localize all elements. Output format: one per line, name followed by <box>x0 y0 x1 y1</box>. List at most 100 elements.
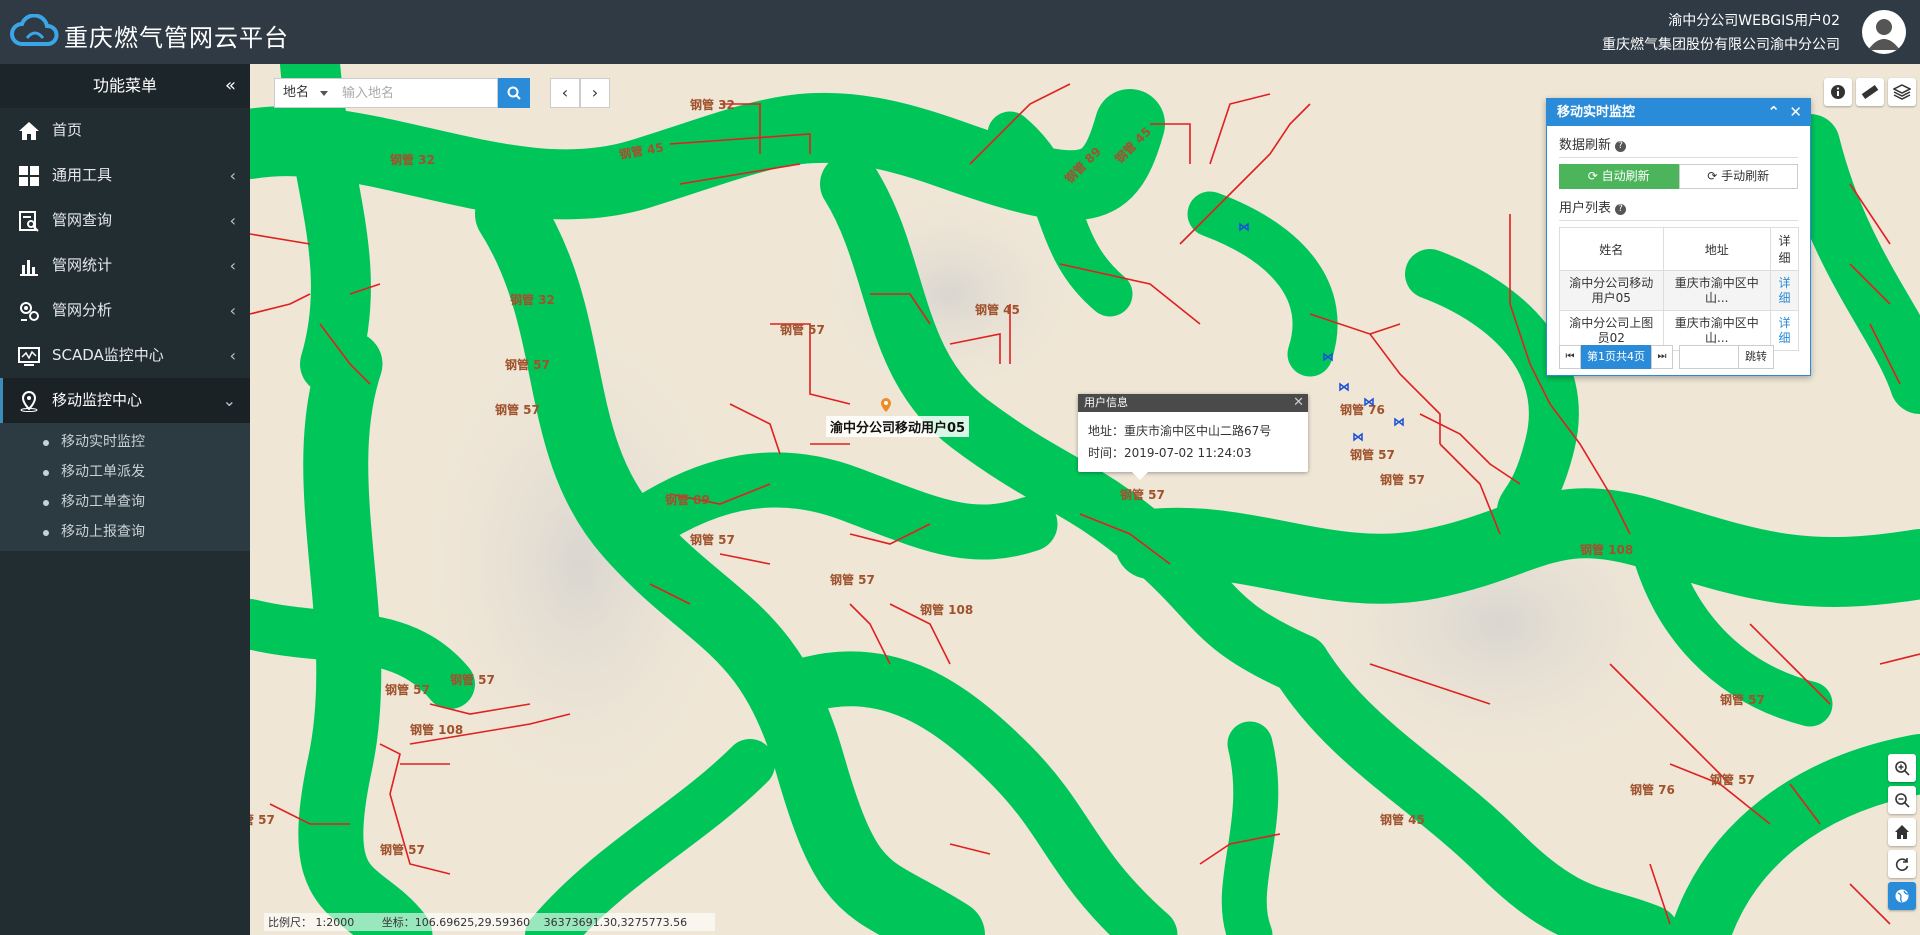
globe-button[interactable] <box>1888 882 1916 910</box>
layers-button[interactable] <box>1888 78 1916 106</box>
info-button[interactable] <box>1824 78 1852 106</box>
help-icon[interactable]: ? <box>1615 204 1627 215</box>
jump-button[interactable]: 跳转 <box>1739 345 1774 369</box>
last-page-button[interactable]: ⏭ <box>1651 345 1673 369</box>
manual-refresh-button[interactable]: ⟳ 手动刷新 <box>1678 164 1798 189</box>
sidebar-item-label: SCADA监控中心 <box>52 346 164 364</box>
sidebar-item-network-stats[interactable]: 管网统计 ‹ <box>0 243 250 288</box>
avatar[interactable] <box>1862 10 1906 54</box>
pipe-label: 钢管 57 <box>780 322 825 337</box>
zoom-out-button[interactable] <box>1888 786 1916 814</box>
table-row[interactable]: 渝中分公司移动用户05 重庆市渝中区中山... 详细 <box>1559 270 1799 311</box>
cell-address: 重庆市渝中区中山... <box>1662 270 1772 311</box>
detail-link[interactable]: 详细 <box>1770 270 1799 311</box>
top-header: 重庆燃气管网云平台 渝中分公司WEBGIS用户02 重庆燃气集团股份有限公司渝中… <box>0 0 1920 64</box>
pipe-label: 钢管 57 <box>1380 472 1425 487</box>
monitor-icon <box>18 347 40 366</box>
map-top-tools <box>1824 78 1916 106</box>
sidebar-header: 功能菜单 « <box>0 64 250 108</box>
sidebar-item-scada[interactable]: SCADA监控中心 ‹ <box>0 333 250 378</box>
pipe-label: 钢管 57 <box>1120 487 1165 502</box>
first-page-button[interactable]: ⏮ <box>1559 345 1581 369</box>
subitem-workorder-dispatch[interactable]: 移动工单派发 <box>0 457 250 487</box>
popup-pointer <box>1132 472 1148 480</box>
sidebar-item-network-query[interactable]: 管网查询 ‹ <box>0 198 250 243</box>
popup-time: 时间：2019-07-02 11:24:03 <box>1088 446 1252 460</box>
sidebar-item-label: 通用工具 <box>52 166 113 184</box>
home-icon <box>1895 825 1909 839</box>
popup-title: 用户信息 <box>1084 396 1128 409</box>
map-history-nav: ‹ › <box>550 78 610 108</box>
cell-name: 渝中分公司移动用户05 <box>1559 270 1664 311</box>
search-input[interactable] <box>334 78 498 108</box>
pipe-label: 钢管 108 <box>1580 542 1633 557</box>
chevron-left-icon: ‹ <box>229 211 236 230</box>
detail-link[interactable]: 详细 <box>1770 310 1799 351</box>
pipe-label: 钢管 57 <box>495 402 540 417</box>
chart-icon <box>20 260 38 276</box>
sidebar-item-network-analysis[interactable]: 管网分析 ‹ <box>0 288 250 333</box>
pipe-label: 钢管 45 <box>975 302 1020 317</box>
globe-icon <box>1895 889 1909 903</box>
pipe-label: 钢管 57 <box>505 357 550 372</box>
sidebar-item-tools[interactable]: 通用工具 ‹ <box>0 153 250 198</box>
pipe-label: 钢管 108 <box>920 602 973 617</box>
sidebar-item-mobile-monitor[interactable]: 移动监控中心 ⌄ <box>0 378 250 423</box>
refresh-icon <box>1895 858 1909 871</box>
map-status-bar: 比例尺： 1:2000 坐标：106.69625,29.59360 363736… <box>264 913 716 931</box>
query-icon <box>19 211 39 232</box>
pipe-label: 钢管 76 <box>1630 782 1675 797</box>
pipe-label: 钢管 57 <box>690 532 735 547</box>
pipe-label: 钢管 108 <box>410 722 463 737</box>
pipe-label: 钢管 45 <box>1380 812 1425 827</box>
pipe-label: 钢管 32 <box>390 152 435 167</box>
sidebar-item-home[interactable]: 首页 <box>0 108 250 153</box>
chevron-left-icon: ‹ <box>229 256 236 275</box>
page-number-input[interactable] <box>1679 345 1739 369</box>
zoom-in-button[interactable] <box>1888 754 1916 782</box>
map-search: 地名 <box>274 78 530 108</box>
user-list-label: 用户列表 <box>1559 201 1612 216</box>
home-extent-button[interactable] <box>1888 818 1916 846</box>
sidebar: 功能菜单 « 首页 通用工具 ‹ 管网查询 ‹ 管网统计 ‹ 管网分析 ‹ SC… <box>0 64 250 935</box>
popup-header: 用户信息 ✕ <box>1078 394 1308 412</box>
pipe-label: 钢管 57 <box>385 682 430 697</box>
help-icon[interactable]: ? <box>1615 141 1627 152</box>
pipe-label: 钢管 57 <box>1710 772 1755 787</box>
collapse-panel-icon[interactable]: ⌃ <box>1767 99 1780 126</box>
popup-body: 地址：重庆市渝中区中山二路67号 时间：2019-07-02 11:24:03 <box>1078 412 1308 472</box>
pagination: ⏮ 第1页共4页 ⏭ 跳转 <box>1559 345 1774 369</box>
sidebar-item-label: 移动监控中心 <box>52 391 143 409</box>
page-info: 第1页共4页 <box>1581 345 1651 369</box>
refresh-map-button[interactable] <box>1888 850 1916 878</box>
map-view[interactable]: 钢管 32 钢管 45 钢管 89 钢管 45 钢管 57 钢管 45 钢管 5… <box>250 64 1920 935</box>
search-button[interactable] <box>498 78 530 108</box>
sidebar-item-label: 管网查询 <box>52 211 113 229</box>
data-refresh-section: 数据刷新? <box>1559 134 1798 158</box>
map-scale: 比例尺： 1:2000 <box>268 916 355 929</box>
close-icon[interactable]: ✕ <box>1293 394 1304 412</box>
pipe-label: 钢管 57 <box>450 672 495 687</box>
layers-icon <box>1893 84 1911 100</box>
sidebar-title: 功能菜单 <box>92 76 157 95</box>
search-type-value: 地名 <box>283 85 310 100</box>
subitem-workorder-query[interactable]: 移动工单查询 <box>0 487 250 517</box>
zoom-in-icon <box>1895 761 1910 776</box>
subitem-report-query[interactable]: 移动上报查询 <box>0 517 250 547</box>
back-button[interactable]: ‹ <box>550 78 580 108</box>
zoom-out-icon <box>1895 793 1910 808</box>
search-icon <box>507 86 521 100</box>
auto-refresh-button[interactable]: ⟳ 自动刷新 <box>1559 164 1679 189</box>
collapse-sidebar-icon[interactable]: « <box>225 64 236 108</box>
pipe-label: 钢管 57 <box>380 842 425 857</box>
column-header-detail: 详细 <box>1770 227 1799 271</box>
marker-label: 渝中分公司移动用户05 <box>826 416 970 437</box>
subitem-realtime-monitor[interactable]: 移动实时监控 <box>0 427 250 457</box>
forward-button[interactable]: › <box>580 78 610 108</box>
measure-button[interactable] <box>1856 78 1884 106</box>
map-zoom-tools <box>1888 754 1916 910</box>
user-location-marker-icon[interactable] <box>880 398 892 412</box>
user-list-section: 用户列表? <box>1559 197 1798 221</box>
close-panel-icon[interactable]: ✕ <box>1789 99 1802 126</box>
search-type-select[interactable]: 地名 <box>274 78 334 108</box>
